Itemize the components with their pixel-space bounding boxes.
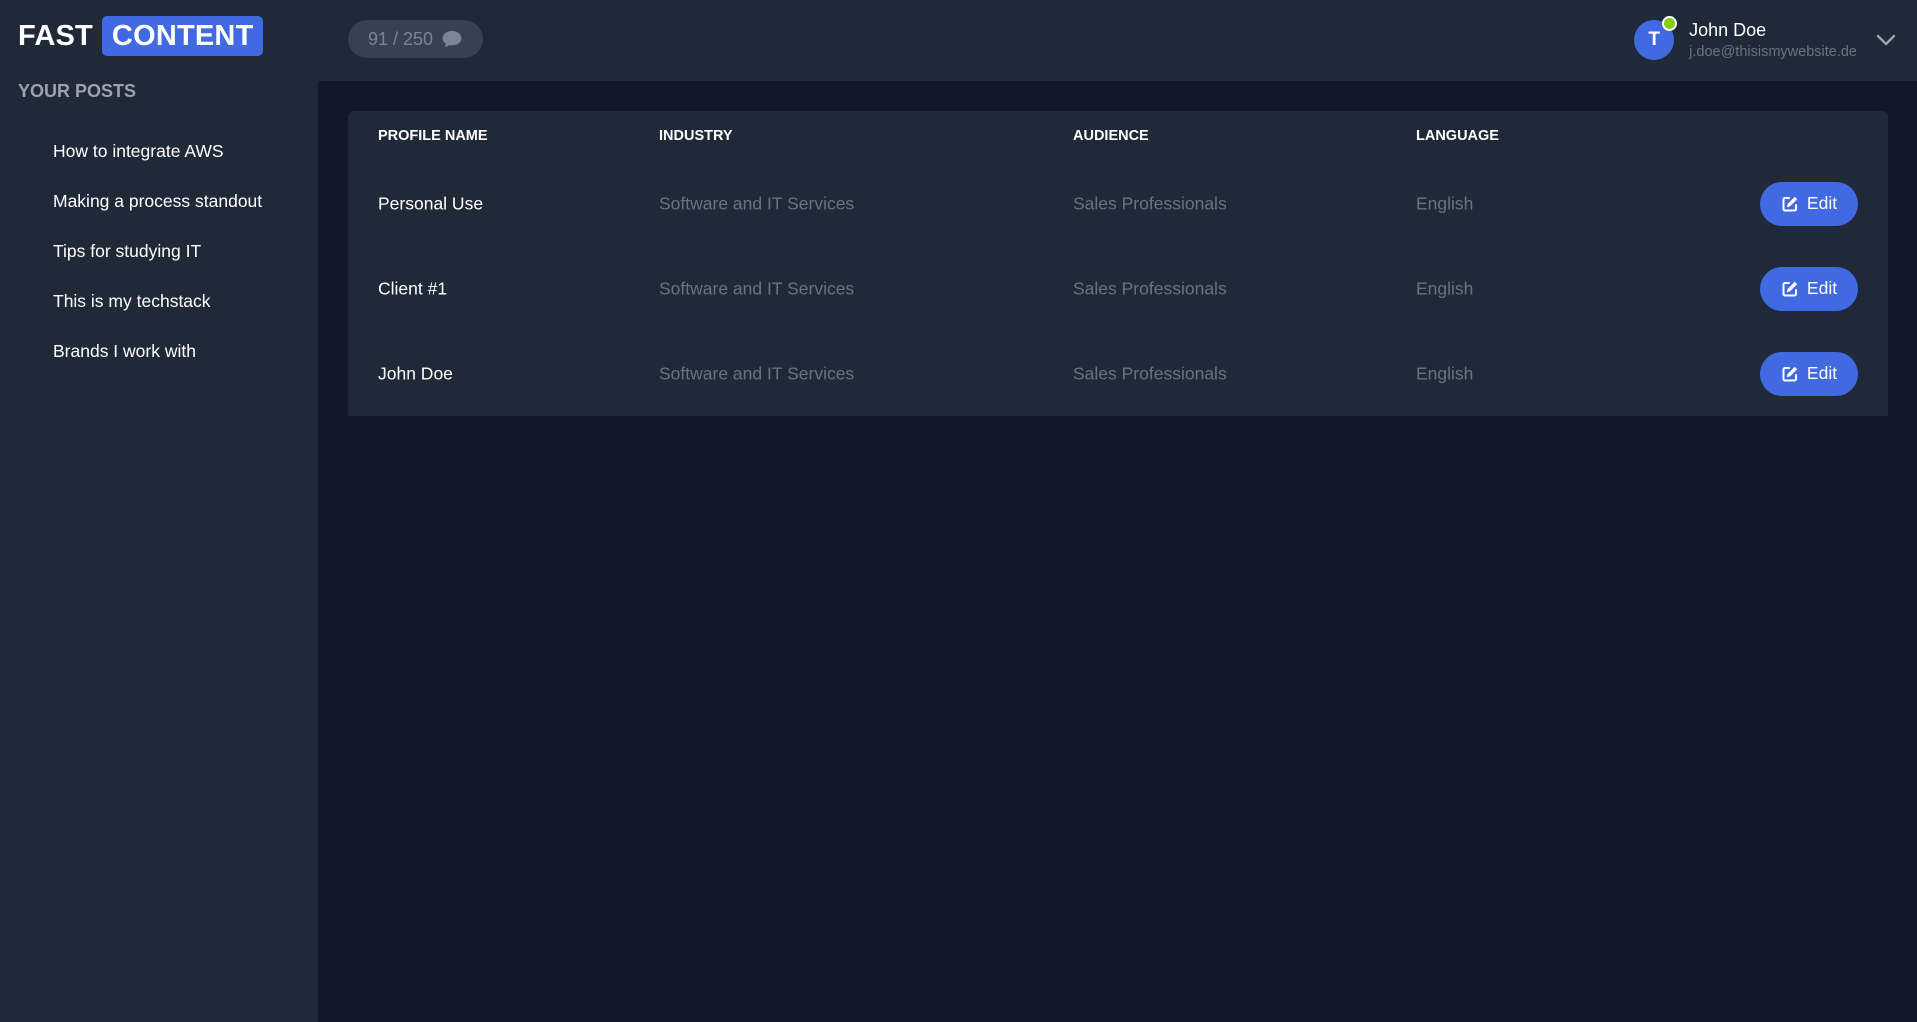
credits-value: 91 / 250 (368, 28, 434, 49)
user-name: John Doe (1689, 20, 1767, 40)
post-item[interactable]: How to integrate AWS (53, 139, 262, 189)
edit-button[interactable]: Edit (1760, 266, 1858, 311)
profile-name-cell: Personal Use (378, 193, 484, 213)
industry-cell: Software and IT Services (659, 193, 855, 213)
chat-bubble-icon (441, 29, 463, 49)
language-cell: English (1416, 278, 1474, 298)
logo-text-content: CONTENT (101, 16, 264, 56)
edit-icon (1781, 365, 1799, 383)
industry-cell: Software and IT Services (659, 278, 855, 298)
profiles-table: PROFILE NAME INDUSTRY AUDIENCE LANGUAGE … (348, 111, 1888, 416)
language-cell: English (1416, 363, 1474, 383)
credits-counter: 91 / 250 (348, 20, 484, 58)
user-menu[interactable]: T John Doe j.doe@thisismywebsite.de (1634, 14, 1897, 66)
audience-cell: Sales Professionals (1073, 193, 1227, 213)
user-email: j.doe@thisismywebsite.de (1689, 44, 1857, 60)
post-item[interactable]: Brands I work with (53, 339, 262, 389)
profile-name-cell: John Doe (378, 363, 453, 383)
table-row: Client #1 Software and IT Services Sales… (348, 246, 1888, 331)
avatar[interactable]: T (1634, 16, 1678, 60)
chevron-down-icon[interactable] (1875, 33, 1897, 47)
edit-button[interactable]: Edit (1760, 351, 1858, 396)
sidebar: FAST CONTENT YOUR POSTS How to integrate… (0, 0, 318, 1022)
posts-list: How to integrate AWS Making a process st… (53, 139, 262, 389)
user-info: John Doe j.doe@thisismywebsite.de (1689, 19, 1857, 61)
sidebar-section-title: YOUR POSTS (18, 81, 137, 101)
table-row: John Doe Software and IT Services Sales … (348, 331, 1888, 416)
edit-button[interactable]: Edit (1760, 181, 1858, 226)
audience-cell: Sales Professionals (1073, 278, 1227, 298)
edit-icon (1781, 280, 1799, 298)
post-item[interactable]: This is my techstack (53, 289, 262, 339)
column-header-profile-name: PROFILE NAME (378, 128, 488, 144)
post-item[interactable]: Making a process standout (53, 189, 262, 239)
top-bar: 91 / 250 T John Doe j.doe@thisismywebsit… (318, 0, 1917, 81)
profile-name-cell: Client #1 (378, 278, 448, 298)
industry-cell: Software and IT Services (659, 363, 855, 383)
edit-button-label: Edit (1806, 363, 1838, 383)
logo-text-fast: FAST (18, 19, 93, 52)
post-item[interactable]: Tips for studying IT (53, 239, 262, 289)
edit-button-label: Edit (1806, 278, 1838, 298)
column-header-audience: AUDIENCE (1073, 128, 1149, 144)
table-row: Personal Use Software and IT Services Sa… (348, 161, 1888, 246)
language-cell: English (1416, 193, 1474, 213)
edit-icon (1781, 195, 1799, 213)
avatar-initial: T (1648, 29, 1660, 50)
column-header-industry: INDUSTRY (659, 128, 733, 144)
column-header-language: LANGUAGE (1416, 128, 1499, 144)
logo[interactable]: FAST CONTENT (18, 16, 264, 56)
edit-button-label: Edit (1806, 193, 1838, 213)
audience-cell: Sales Professionals (1073, 363, 1227, 383)
online-status-indicator (1662, 16, 1678, 31)
